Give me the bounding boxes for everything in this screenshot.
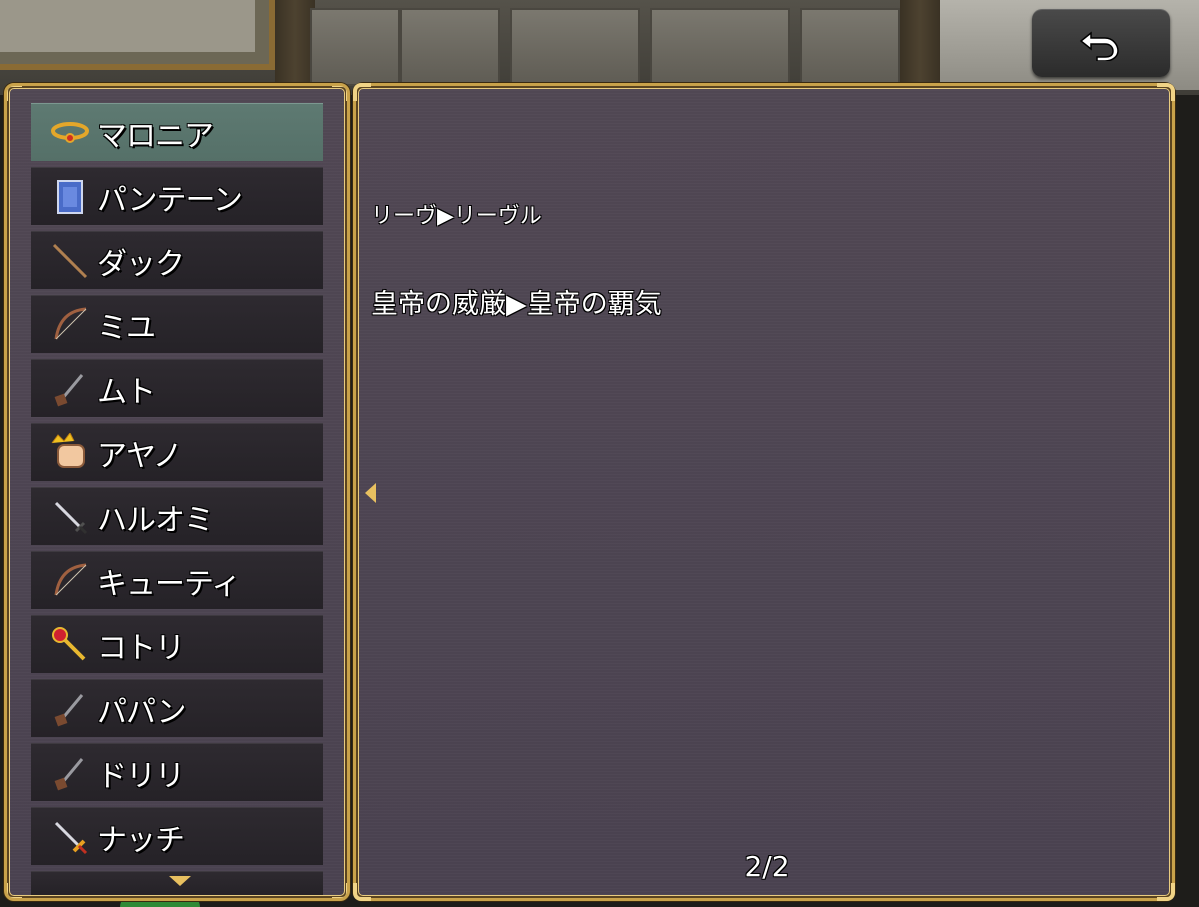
character-name: ダック (97, 246, 185, 282)
character-item-kotori[interactable]: コトリ (31, 615, 323, 673)
background-pillar (275, 0, 315, 90)
bow-icon (47, 302, 93, 348)
character-item-dakku[interactable]: ダック (31, 231, 323, 289)
character-name: ドリリ (97, 758, 185, 794)
character-item-doriri[interactable]: ドリリ (31, 743, 323, 801)
background-panel (310, 8, 400, 86)
spellbook-icon (47, 174, 93, 220)
background-panel (800, 8, 900, 86)
gun-icon (47, 366, 93, 412)
fist-icon (47, 430, 93, 476)
character-name: ナッチ (97, 822, 185, 858)
ring-icon (47, 110, 93, 156)
bow-icon (47, 558, 93, 604)
return-arrow-icon (1079, 31, 1119, 61)
character-name: キューティ (97, 566, 241, 602)
background-panel (650, 8, 790, 86)
character-name: パパン (97, 694, 186, 730)
gun-icon (47, 750, 93, 796)
sword-icon (47, 494, 93, 540)
character-name: ハルオミ (97, 502, 214, 538)
character-name: コトリ (97, 630, 185, 666)
character-item-haruomi[interactable]: ハルオミ (31, 487, 323, 545)
skill-change-text: 皇帝の威厳▶皇帝の覇気 (371, 289, 662, 320)
character-item-ayano[interactable]: アヤノ (31, 423, 323, 481)
golden-sword-icon (47, 814, 93, 860)
character-item-miyu[interactable]: ミユ (31, 295, 323, 353)
character-name: ムト (97, 374, 156, 410)
back-button[interactable] (1032, 9, 1170, 77)
character-item-pantene[interactable]: パンテーン (31, 167, 323, 225)
character-name: アヤノ (97, 438, 183, 474)
page-left-arrow-icon[interactable] (365, 483, 376, 503)
scroll-down-arrow-icon[interactable] (169, 876, 191, 886)
character-item-maronia[interactable]: マロニア (31, 103, 323, 161)
background-panel (510, 8, 640, 86)
character-item-nacchi[interactable]: ナッチ (31, 807, 323, 865)
gun-icon (47, 686, 93, 732)
staff-icon (47, 238, 93, 284)
character-list-panel: マロニア パンテーン ダック ミユ ムト アヤノ ハルオミ キューティ コトリ … (4, 83, 350, 901)
character-item-papan[interactable]: パパン (31, 679, 323, 737)
character-list: マロニア パンテーン ダック ミユ ムト アヤノ ハルオミ キューティ コトリ … (31, 103, 323, 895)
background-pillar (900, 0, 940, 90)
background-picture-frame (0, 0, 275, 70)
character-name: パンテーン (97, 182, 243, 218)
class-change-text: リーヴ▶リーヴル (371, 204, 542, 229)
page-indicator: 2/2 (744, 850, 790, 883)
character-name: マロニア (97, 118, 214, 154)
scepter-icon (47, 622, 93, 668)
detail-panel: リーヴ▶リーヴル 皇帝の威厳▶皇帝の覇気 2/2 (353, 83, 1175, 901)
character-name: ミユ (97, 310, 156, 346)
character-item-cutie[interactable]: キューティ (31, 551, 323, 609)
background-panel (400, 8, 500, 86)
character-item-muto[interactable]: ムト (31, 359, 323, 417)
